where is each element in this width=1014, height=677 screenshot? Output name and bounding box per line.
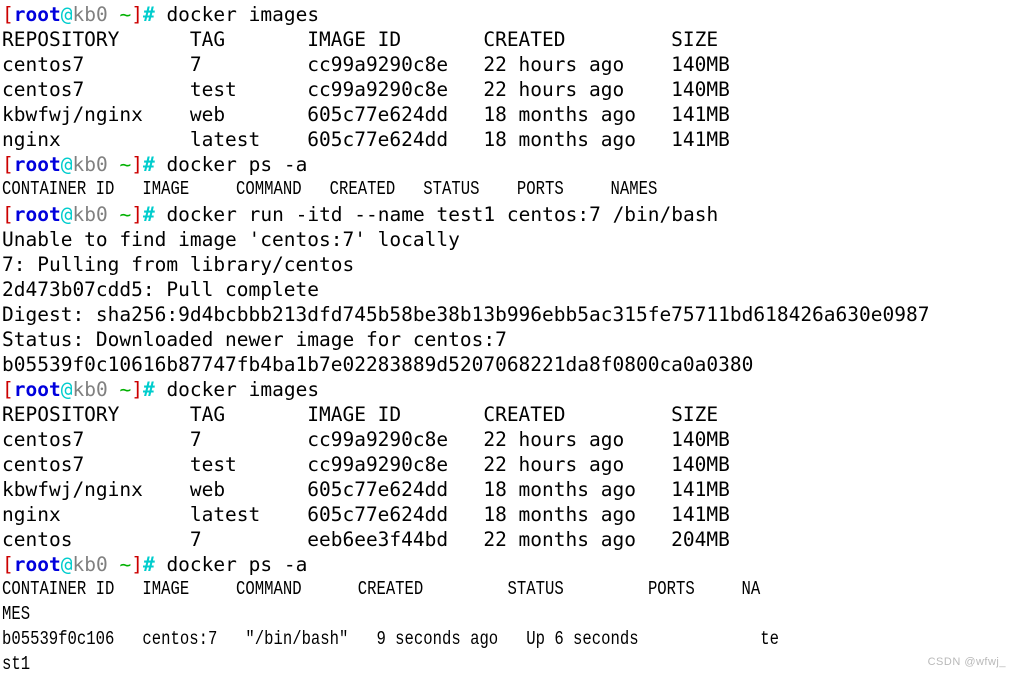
prompt-at-symbol: @ bbox=[60, 378, 73, 401]
run-output-digest: Digest: sha256:9d4bcbbb213dfd745b58be38b… bbox=[2, 303, 930, 326]
prompt-user: root bbox=[13, 378, 61, 401]
command-docker-run: docker run -itd --name test1 centos:7 /b… bbox=[154, 203, 719, 226]
prompt-hash: # bbox=[142, 553, 155, 576]
prompt-path: ~ bbox=[119, 153, 132, 176]
prompt-close-bracket: ] bbox=[131, 378, 143, 401]
prompt-at-symbol: @ bbox=[60, 153, 73, 176]
prompt-line-4: [root@kb0 ~]# docker images bbox=[2, 377, 1014, 402]
prompt-hash: # bbox=[142, 153, 155, 176]
prompt-host: kb0 bbox=[72, 203, 108, 226]
prompt-open-bracket: [ bbox=[2, 3, 14, 26]
prompt-open-bracket: [ bbox=[2, 153, 14, 176]
run-output-pulling: 7: Pulling from library/centos bbox=[2, 253, 355, 276]
terminal-window[interactable]: [root@kb0 ~]# docker images REPOSITORY T… bbox=[0, 0, 1014, 675]
command-docker-ps-1: docker ps -a bbox=[154, 153, 308, 176]
prompt-user: root bbox=[13, 553, 61, 576]
prompt-host: kb0 bbox=[72, 378, 108, 401]
prompt-close-bracket: ] bbox=[131, 153, 143, 176]
prompt-hash: # bbox=[142, 378, 155, 401]
ps-table-1-header: CONTAINER ID IMAGE COMMAND CREATED STATU… bbox=[2, 178, 658, 200]
images-table-1-row: centos7 test cc99a9290c8e 22 hours ago 1… bbox=[2, 78, 730, 101]
run-output-unable-to-find: Unable to find image 'centos:7' locally bbox=[2, 228, 460, 251]
images-table-2-header: REPOSITORY TAG IMAGE ID CREATED SIZE bbox=[2, 403, 719, 426]
prompt-line-5: [root@kb0 ~]# docker ps -a bbox=[2, 552, 1014, 577]
prompt-path: ~ bbox=[119, 378, 132, 401]
prompt-open-bracket: [ bbox=[2, 203, 14, 226]
images-table-1-row: kbwfwj/nginx web 605c77e624dd 18 months … bbox=[2, 103, 730, 126]
command-docker-ps-2: docker ps -a bbox=[154, 553, 308, 576]
prompt-open-bracket: [ bbox=[2, 378, 14, 401]
prompt-user: root bbox=[13, 203, 61, 226]
prompt-user: root bbox=[13, 153, 61, 176]
prompt-path: ~ bbox=[119, 553, 132, 576]
images-table-2-row: centos7 7 cc99a9290c8e 22 hours ago 140M… bbox=[2, 428, 730, 451]
prompt-user: root bbox=[13, 3, 61, 26]
prompt-line-1: [root@kb0 ~]# docker images bbox=[2, 2, 1014, 27]
prompt-line-3: [root@kb0 ~]# docker run -itd --name tes… bbox=[2, 202, 1014, 227]
prompt-close-bracket: ] bbox=[131, 203, 143, 226]
prompt-hash: # bbox=[142, 203, 155, 226]
run-output-pull-complete: 2d473b07cdd5: Pull complete bbox=[2, 278, 319, 301]
ps-table-2-row-wrap: st1 bbox=[2, 653, 31, 675]
images-table-1-row: centos7 7 cc99a9290c8e 22 hours ago 140M… bbox=[2, 53, 730, 76]
prompt-open-bracket: [ bbox=[2, 553, 14, 576]
prompt-path: ~ bbox=[119, 3, 132, 26]
ps-table-2-header-wrap: MES bbox=[2, 603, 31, 625]
prompt-close-bracket: ] bbox=[131, 553, 143, 576]
images-table-2-row: nginx latest 605c77e624dd 18 months ago … bbox=[2, 503, 730, 526]
images-table-2-row: centos 7 eeb6ee3f44bd 22 months ago 204M… bbox=[2, 528, 730, 551]
csdn-watermark: CSDN @wfwj_ bbox=[927, 656, 1006, 668]
images-table-1-row: nginx latest 605c77e624dd 18 months ago … bbox=[2, 128, 730, 151]
command-docker-images-2: docker images bbox=[154, 378, 320, 401]
ps-table-2-row: b05539f0c106 centos:7 "/bin/bash" 9 seco… bbox=[2, 628, 780, 650]
images-table-2-row: kbwfwj/nginx web 605c77e624dd 18 months … bbox=[2, 478, 730, 501]
prompt-host: kb0 bbox=[72, 553, 108, 576]
command-docker-images-1: docker images bbox=[154, 3, 320, 26]
prompt-at-symbol: @ bbox=[60, 203, 73, 226]
prompt-host: kb0 bbox=[72, 153, 108, 176]
images-table-1-header: REPOSITORY TAG IMAGE ID CREATED SIZE bbox=[2, 28, 719, 51]
prompt-at-symbol: @ bbox=[60, 553, 73, 576]
run-output-container-id: b05539f0c10616b87747fb4ba1b7e02283889d52… bbox=[2, 353, 754, 376]
images-table-2-row: centos7 test cc99a9290c8e 22 hours ago 1… bbox=[2, 453, 730, 476]
run-output-status: Status: Downloaded newer image for cento… bbox=[2, 328, 507, 351]
prompt-line-2: [root@kb0 ~]# docker ps -a bbox=[2, 152, 1014, 177]
prompt-close-bracket: ] bbox=[131, 3, 143, 26]
prompt-hash: # bbox=[142, 3, 155, 26]
prompt-path: ~ bbox=[119, 203, 132, 226]
ps-table-2-header: CONTAINER ID IMAGE COMMAND CREATED STATU… bbox=[2, 578, 761, 600]
prompt-at-symbol: @ bbox=[60, 3, 73, 26]
prompt-host: kb0 bbox=[72, 3, 108, 26]
